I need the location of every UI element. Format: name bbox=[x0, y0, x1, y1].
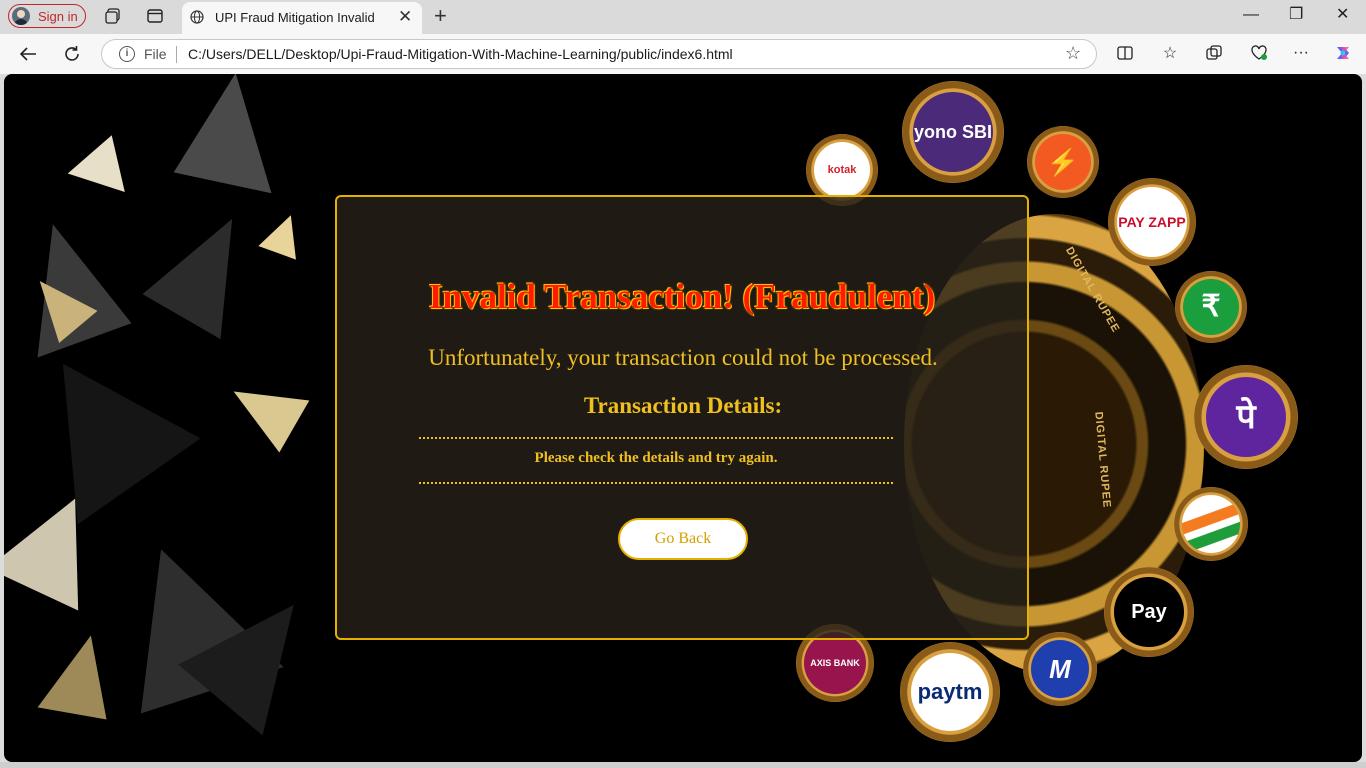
favorite-star-icon[interactable]: ☆ bbox=[1065, 43, 1081, 64]
collections-icon[interactable] bbox=[1203, 42, 1225, 64]
apple-pay-logo: Pay bbox=[1114, 577, 1184, 647]
paytm-logo: paytm bbox=[911, 653, 989, 731]
sign-in-button[interactable]: Sign in bbox=[8, 4, 86, 28]
freecharge-badge: ⚡ bbox=[1027, 126, 1099, 198]
apple-pay-badge: Pay bbox=[1104, 567, 1194, 657]
back-icon[interactable] bbox=[18, 44, 38, 64]
favorites-icon[interactable]: ☆ bbox=[1159, 42, 1181, 64]
window-close-icon[interactable]: ✕ bbox=[1336, 6, 1349, 24]
yono-sbi-badge: yono SBI bbox=[902, 81, 1004, 183]
upi-flag-logo bbox=[1182, 495, 1240, 553]
payzapp-logo: PAY ZAPP bbox=[1117, 187, 1187, 257]
restore-icon[interactable]: ❐ bbox=[1289, 6, 1303, 24]
tab-actions-icon[interactable] bbox=[146, 7, 164, 25]
payzapp-badge: PAY ZAPP bbox=[1108, 178, 1196, 266]
address-separator bbox=[176, 46, 177, 63]
axis-bank-logo: AXIS BANK bbox=[804, 632, 866, 694]
address-protocol: File bbox=[144, 46, 167, 62]
globe-icon bbox=[190, 10, 204, 24]
address-url[interactable]: C:/Users/DELL/Desktop/Upi-Fraud-Mitigati… bbox=[188, 46, 733, 62]
navigation-bar: i File C:/Users/DELL/Desktop/Upi-Fraud-M… bbox=[0, 34, 1366, 74]
error-message: Unfortunately, your transaction could no… bbox=[428, 345, 938, 370]
details-text: Please check the details and try again. bbox=[534, 450, 778, 466]
mobikwik-badge: M bbox=[1023, 632, 1097, 706]
split-screen-icon[interactable] bbox=[1114, 42, 1136, 64]
rupee-logo: ₹ bbox=[1183, 279, 1239, 335]
kotak-logo: kotak bbox=[814, 142, 870, 198]
transaction-result-card: Invalid Transaction! (Fraudulent) Unfort… bbox=[335, 195, 1029, 640]
browser-essentials-icon[interactable] bbox=[1248, 42, 1270, 64]
phonepe-badge: पे bbox=[1194, 365, 1298, 469]
workspaces-icon[interactable] bbox=[104, 7, 122, 25]
details-box: Please check the details and try again. bbox=[419, 437, 893, 484]
address-bar[interactable]: i File C:/Users/DELL/Desktop/Upi-Fraud-M… bbox=[101, 39, 1097, 69]
paytm-badge: paytm bbox=[900, 642, 1000, 742]
phonepe-logo: पे bbox=[1206, 377, 1286, 457]
upi-flag-badge bbox=[1174, 487, 1248, 561]
more-icon[interactable]: ··· bbox=[1290, 42, 1312, 64]
page-title: Invalid Transaction! (Fraudulent) bbox=[428, 277, 936, 316]
sign-in-label: Sign in bbox=[38, 8, 78, 24]
minimize-icon[interactable]: — bbox=[1243, 6, 1259, 24]
yono-sbi-logo: yono SBI bbox=[913, 92, 993, 172]
page-viewport: DIGITAL RUPEE DIGITAL RUPEE kotak yono S… bbox=[4, 74, 1362, 762]
close-icon[interactable]: ✕ bbox=[398, 8, 412, 26]
details-heading: Transaction Details: bbox=[583, 393, 783, 418]
refresh-icon[interactable] bbox=[62, 44, 82, 64]
copilot-icon[interactable] bbox=[1332, 42, 1354, 64]
mobikwik-logo: M bbox=[1031, 640, 1089, 698]
active-tab[interactable]: UPI Fraud Mitigation Invalid ✕ bbox=[182, 2, 422, 34]
new-tab-icon[interactable]: + bbox=[434, 5, 447, 27]
profile-avatar-icon bbox=[12, 7, 30, 25]
info-icon[interactable]: i bbox=[119, 46, 135, 62]
window-bottom-edge bbox=[0, 762, 1366, 768]
go-back-button[interactable]: Go Back bbox=[618, 518, 748, 560]
freecharge-logo: ⚡ bbox=[1035, 134, 1091, 190]
tab-title: UPI Fraud Mitigation Invalid bbox=[215, 10, 375, 25]
rupee-badge: ₹ bbox=[1175, 271, 1247, 343]
tab-strip: Sign in UPI Fraud Mitigation Invalid ✕ +… bbox=[0, 0, 1366, 34]
